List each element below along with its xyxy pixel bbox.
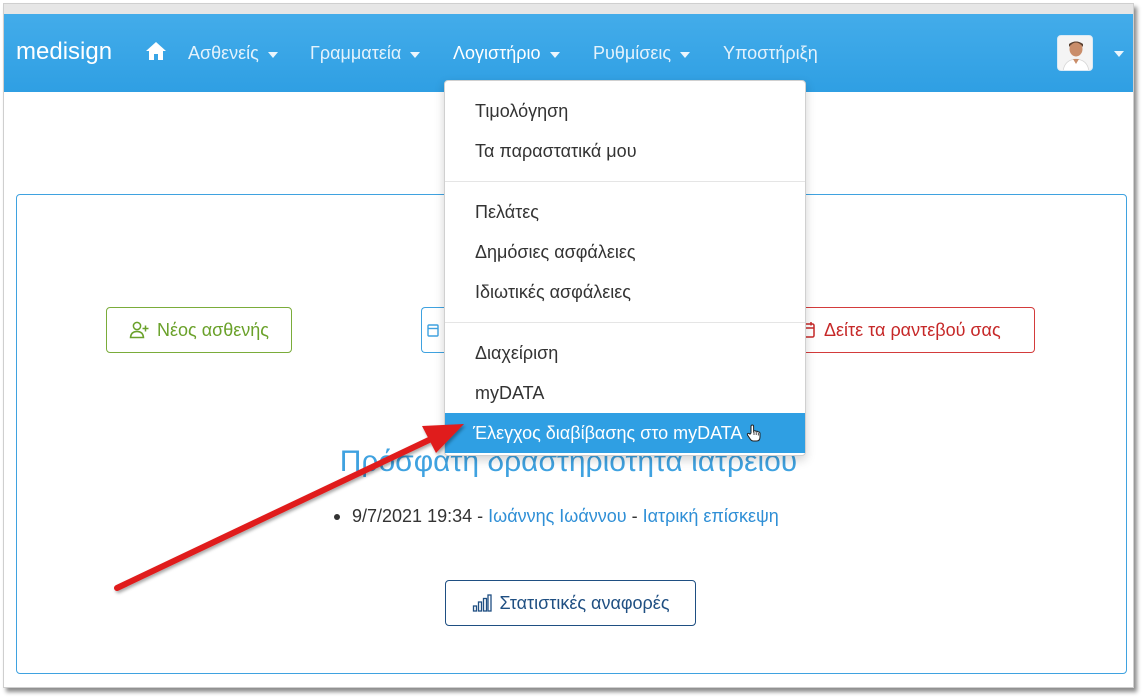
statistics-button[interactable]: Στατιστικές αναφορές (445, 580, 696, 626)
chevron-down-icon (680, 51, 691, 58)
menu-item-public-insurance[interactable]: Δημόσιες ασφάλειες (445, 232, 805, 272)
menu-item-mydata[interactable]: myDATA (445, 373, 805, 413)
menu-item-mydata-transmission-check[interactable]: Έλεγχος διαβίβασης στο myDATA (445, 413, 805, 453)
nav-support[interactable]: Υποστήριξη (723, 43, 818, 64)
chevron-down-icon (267, 51, 278, 58)
nav-accounting[interactable]: Λογιστήριο (453, 43, 560, 64)
nav-patients-label: Ασθενείς (188, 43, 259, 63)
appointments-label: Δείτε τα ραντεβού σας (824, 319, 1001, 340)
chevron-down-icon (549, 51, 560, 58)
new-patient-label: Νέος ασθενής (157, 319, 269, 340)
activity-list: 9/7/2021 19:34 - Ιωάννης Ιωάννου - Ιατρι… (334, 506, 779, 527)
nav-settings-label: Ρυθμίσεις (593, 43, 672, 63)
separator: - (477, 506, 489, 526)
chevron-down-icon (410, 51, 421, 58)
nav-patients[interactable]: Ασθενείς (188, 43, 278, 64)
patient-link[interactable]: Ιωάννης Ιωάννου (488, 506, 626, 526)
new-patient-button[interactable]: Νέος ασθενής (106, 307, 292, 353)
statistics-label: Στατιστικές αναφορές (499, 592, 670, 613)
user-avatar-icon (1058, 36, 1092, 70)
user-plus-icon (129, 321, 149, 339)
list-bullet (334, 514, 340, 521)
visit-type-link[interactable]: Ιατρική επίσκεψη (643, 506, 779, 526)
user-menu-chevron-icon[interactable] (1114, 51, 1124, 57)
menu-item-mydata-transmission-check-label: Έλεγχος διαβίβασης στο myDATA (473, 422, 743, 443)
menu-divider (445, 181, 805, 182)
appointments-button[interactable]: Δείτε τα ραντεβού σας (788, 307, 1035, 353)
nav-support-label: Υποστήριξη (723, 43, 818, 63)
hand-pointer-icon (747, 424, 761, 442)
menu-item-clients[interactable]: Πελάτες (445, 192, 805, 232)
calendar-icon (426, 324, 439, 337)
menu-item-my-documents[interactable]: Τα παραστατικά μου (445, 131, 805, 171)
menu-item-invoicing[interactable]: Τιμολόγηση (445, 91, 805, 131)
menu-item-management[interactable]: Διαχείριση (445, 333, 805, 373)
menu-divider (445, 322, 805, 323)
menu-item-private-insurance[interactable]: Ιδιωτικές ασφάλειες (445, 272, 805, 312)
nav-secretariat[interactable]: Γραμματεία (310, 43, 421, 64)
nav-settings[interactable]: Ρυθμίσεις (593, 43, 691, 64)
home-icon[interactable] (145, 41, 167, 61)
nav-secretariat-label: Γραμματεία (310, 43, 402, 63)
brand-logo[interactable]: medisign (16, 38, 112, 66)
activity-datetime: 9/7/2021 19:34 (352, 506, 473, 526)
nav-accounting-label: Λογιστήριο (453, 43, 541, 63)
browser-strip (4, 4, 1133, 14)
accounting-dropdown-menu: Τιμολόγηση Τα παραστατικά μου Πελάτες Δη… (444, 80, 806, 456)
separator: - (631, 506, 643, 526)
bar-chart-icon (472, 594, 492, 612)
user-avatar[interactable] (1057, 35, 1093, 71)
app-window: medisign Ασθενείς Γραμματεία Λογιστήριο … (3, 3, 1134, 688)
